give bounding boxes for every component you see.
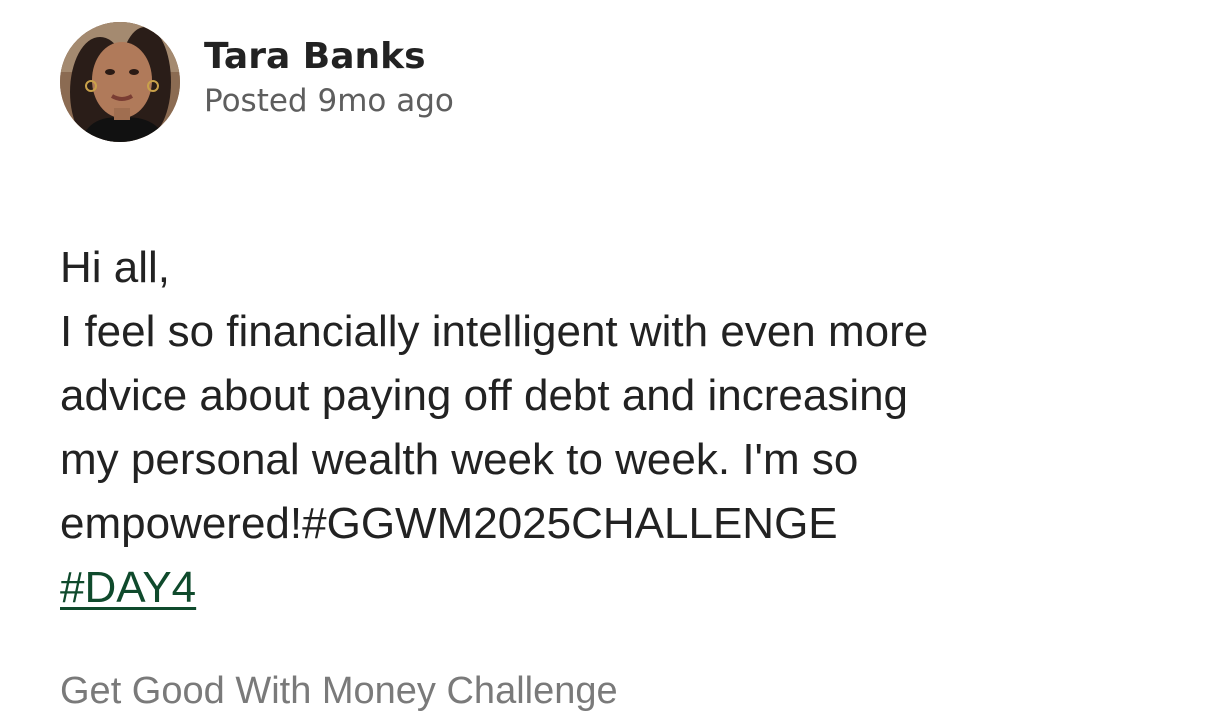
hashtag-link-day4[interactable]: #DAY4 xyxy=(60,563,196,612)
post-body-line: my personal wealth week to week. I'm so xyxy=(60,435,859,484)
post-body-line: Hi all, xyxy=(60,243,171,292)
avatar-photo-icon xyxy=(60,22,180,142)
post-timestamp: Posted 9mo ago xyxy=(204,83,454,119)
post-card: Tara Banks Posted 9mo ago Hi all, I feel… xyxy=(0,0,1206,713)
post-body-line: I feel so financially intelligent with e… xyxy=(60,307,929,356)
post-header: Tara Banks Posted 9mo ago xyxy=(60,22,454,142)
post-body-line: advice about paying off debt and increas… xyxy=(60,371,909,420)
post-body-line: empowered!#GGWM2025CHALLENGE xyxy=(60,499,838,548)
post-body-hashtag-line: #DAY4 xyxy=(60,556,1160,620)
author-info: Tara Banks Posted 9mo ago xyxy=(204,35,454,121)
group-link[interactable]: Get Good With Money Challenge xyxy=(60,666,618,716)
author-name[interactable]: Tara Banks xyxy=(204,35,454,79)
post-body: Hi all, I feel so financially intelligen… xyxy=(60,236,1160,620)
avatar[interactable] xyxy=(60,22,180,142)
